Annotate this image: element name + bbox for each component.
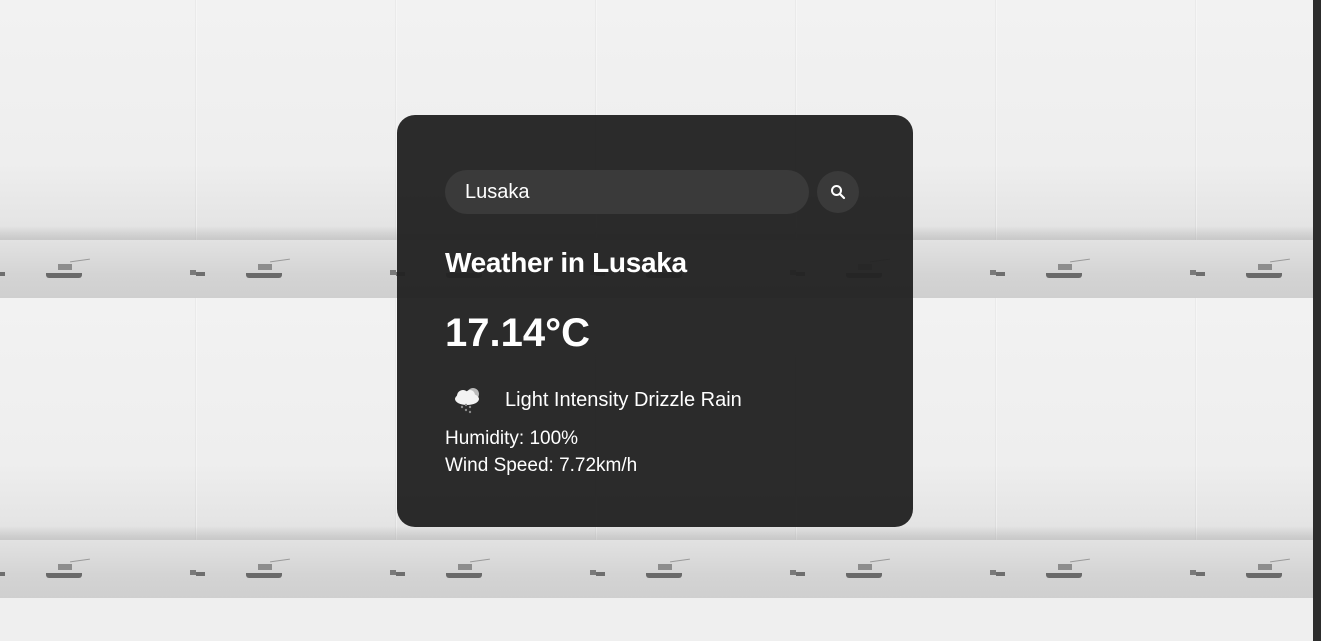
background-tile — [996, 298, 1196, 598]
landscape-shape — [1196, 526, 1313, 540]
landscape-shape — [1196, 226, 1313, 240]
boat-shape — [458, 564, 472, 570]
landscape-shape — [1196, 240, 1313, 298]
background-tile — [996, 0, 1196, 298]
boat-shape — [658, 564, 672, 570]
boat-shape — [646, 573, 682, 578]
boat-shape — [1046, 573, 1082, 578]
boat-shape — [258, 564, 272, 570]
landscape-shape — [996, 540, 1196, 598]
boat-shape — [1246, 273, 1282, 278]
landscape-shape — [196, 526, 396, 540]
landscape-shape — [996, 240, 1196, 298]
landscape-shape — [796, 540, 996, 598]
boat-shape — [46, 573, 82, 578]
boat-shape — [196, 272, 205, 276]
boat-shape — [846, 573, 882, 578]
boat-shape — [246, 573, 282, 578]
landscape-shape — [596, 540, 796, 598]
search-bar — [445, 170, 859, 214]
weather-description: Light Intensity Drizzle Rain — [505, 388, 742, 411]
landscape-shape — [996, 526, 1196, 540]
boat-shape — [1196, 272, 1205, 276]
window-edge — [1313, 0, 1321, 641]
landscape-shape — [796, 526, 996, 540]
boat-shape — [1258, 564, 1272, 570]
boat-shape — [0, 272, 5, 276]
landscape-shape — [196, 540, 396, 598]
background-tile — [196, 0, 396, 298]
background-tile — [0, 298, 196, 598]
boat-shape — [246, 273, 282, 278]
landscape-shape — [396, 540, 596, 598]
boat-shape — [858, 564, 872, 570]
boat-shape — [1046, 273, 1082, 278]
background-tile — [196, 298, 396, 598]
search-input[interactable] — [445, 170, 809, 214]
landscape-shape — [596, 526, 796, 540]
boat-shape — [996, 572, 1005, 576]
landscape-shape — [0, 240, 196, 298]
landscape-shape — [0, 526, 196, 540]
city-title: Weather in Lusaka — [445, 247, 687, 278]
boat-shape — [996, 272, 1005, 276]
humidity-value: Humidity: 100% — [445, 428, 579, 449]
boat-shape — [1058, 564, 1072, 570]
weather-card: Weather in Lusaka 17.14°C Light Intensit… — [397, 115, 913, 527]
background-tile — [1196, 298, 1313, 598]
boat-shape — [58, 564, 72, 570]
boat-shape — [1258, 264, 1272, 270]
background-tile — [1196, 0, 1313, 298]
boat-shape — [0, 572, 5, 576]
boat-shape — [58, 264, 72, 270]
background-tile-row — [0, 598, 1313, 641]
boat-shape — [796, 572, 805, 576]
landscape-shape — [1196, 540, 1313, 598]
boat-shape — [1058, 264, 1072, 270]
cloud-drizzle-icon — [455, 388, 479, 414]
boat-shape — [196, 572, 205, 576]
landscape-shape — [0, 226, 196, 240]
landscape-shape — [196, 226, 396, 240]
boat-shape — [1246, 573, 1282, 578]
boat-shape — [1196, 572, 1205, 576]
background-tile — [0, 0, 196, 298]
temperature: 17.14°C — [445, 311, 590, 355]
boat-shape — [46, 273, 82, 278]
landscape-shape — [196, 240, 396, 298]
search-icon — [831, 185, 846, 200]
landscape-shape — [396, 526, 596, 540]
boat-shape — [258, 264, 272, 270]
boat-shape — [596, 572, 605, 576]
search-button[interactable] — [817, 171, 859, 213]
boat-shape — [446, 573, 482, 578]
wind-speed-value: Wind Speed: 7.72km/h — [445, 455, 638, 476]
landscape-shape — [996, 226, 1196, 240]
boat-shape — [396, 572, 405, 576]
landscape-shape — [0, 540, 196, 598]
weather-condition: Light Intensity Drizzle Rain — [451, 385, 742, 415]
